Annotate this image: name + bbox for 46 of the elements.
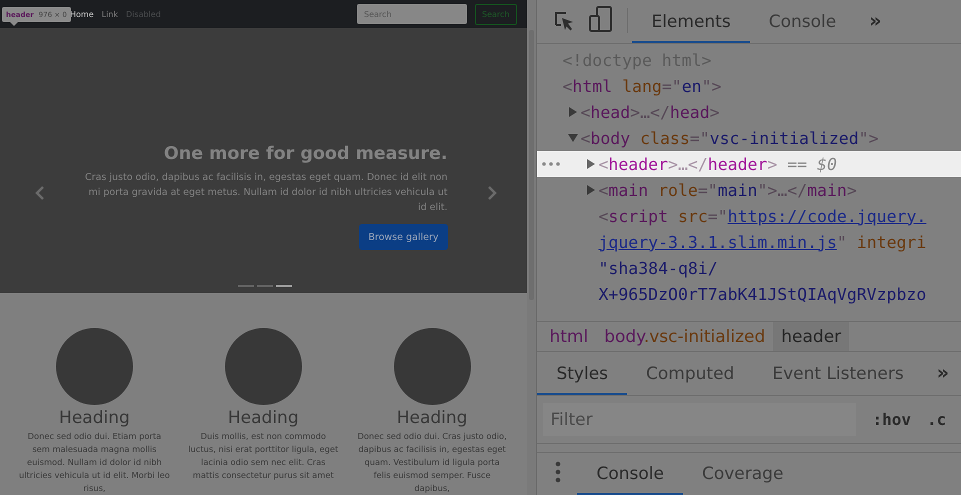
- dom-node-line[interactable]: jquery-3.3.1.slim.min.js" integri: [537, 229, 961, 255]
- column-heading: Heading: [59, 408, 130, 428]
- dom-node-line[interactable]: <html lang="en">: [537, 73, 961, 99]
- filter-field[interactable]: Filter: [543, 403, 856, 436]
- drawer-tab[interactable]: Coverage: [682, 464, 802, 495]
- dom-node-line[interactable]: <head>…</head>: [537, 99, 961, 125]
- dom-node-line[interactable]: X+965DzO0rT7abK41JStQIAqVgRVzpbzo: [537, 281, 961, 307]
- more-tabs-button[interactable]: »: [855, 10, 894, 43]
- more-tabs-button[interactable]: »: [922, 362, 961, 395]
- carousel-indicator[interactable]: [257, 285, 273, 288]
- styles-tab[interactable]: Event Listeners: [753, 364, 923, 395]
- styles-tab[interactable]: Styles: [537, 364, 628, 395]
- previous-chevron-icon[interactable]: [35, 186, 45, 200]
- carousel-indicator[interactable]: [238, 285, 254, 288]
- nav-link[interactable]: Home: [70, 10, 94, 19]
- styles-tab[interactable]: Computed: [627, 364, 754, 395]
- hover-state-toggle[interactable]: :hov: [872, 410, 911, 429]
- column-text: Donec sed odio dui. Cras justo odio, dapibus ac facilisis in, egestas eget quam. Vestibulum id ligula porta felis euismod semper. Fusce dapibus,: [356, 430, 508, 495]
- panel-tab[interactable]: Elements: [632, 12, 750, 43]
- expanded-triangle-icon[interactable]: [567, 133, 580, 143]
- carousel-title: One more for good measure.: [164, 144, 448, 164]
- drawer-tab[interactable]: Console: [577, 464, 683, 495]
- next-chevron-icon[interactable]: [487, 186, 497, 200]
- carousel-text: Cras justo odio, dapibus ac facilisis in, egestas eget quam. Donec id elit non mi porta gravida at eget metus. Nullam id dolor id nibh ultricies vehicula ut id elit.: [84, 171, 448, 216]
- dom-node-line[interactable]: <body class="vsc-initialized">: [537, 125, 961, 151]
- browse-gallery-button[interactable]: Browse gallery: [359, 224, 448, 250]
- column-text: Duis mollis, est non commodo luctus, nisi erat porttitor ligula, eget lacinia odio sem nec elit. Cras mattis consectetur purus sit amet: [187, 430, 340, 482]
- menu-icon[interactable]: [555, 461, 562, 483]
- column-text: Donec sed odio dui. Etiam porta sem malesuada magna mollis euismod. Nullam id dolor id nibh ultricies vehicula ut id elit. Morbi leo risus,: [18, 430, 170, 495]
- dom-node-line[interactable]: <main role="main">…</main>: [537, 177, 961, 203]
- column-heading: Heading: [228, 408, 299, 428]
- nav-link[interactable]: Link: [102, 10, 118, 19]
- inspect-icon[interactable]: [553, 10, 576, 32]
- device-icon[interactable]: [589, 6, 614, 32]
- search-button[interactable]: Search: [475, 4, 517, 25]
- more-icon[interactable]: [542, 162, 560, 166]
- column-heading: Heading: [396, 408, 468, 428]
- scrollbar[interactable]: [526, 0, 538, 495]
- breadcrumb[interactable]: header: [773, 322, 850, 351]
- breadcrumb[interactable]: html: [541, 322, 596, 351]
- carousel-indicator[interactable]: [276, 285, 292, 288]
- dom-node-line[interactable]: <script src="https://code.jquery.: [537, 203, 961, 229]
- panel-tab[interactable]: Console: [750, 12, 856, 43]
- class-toggle[interactable]: .c: [927, 410, 946, 429]
- dom-node-line[interactable]: "sha384-q8i/: [537, 255, 961, 281]
- breadcrumb[interactable]: body.vsc-initialized: [596, 322, 774, 351]
